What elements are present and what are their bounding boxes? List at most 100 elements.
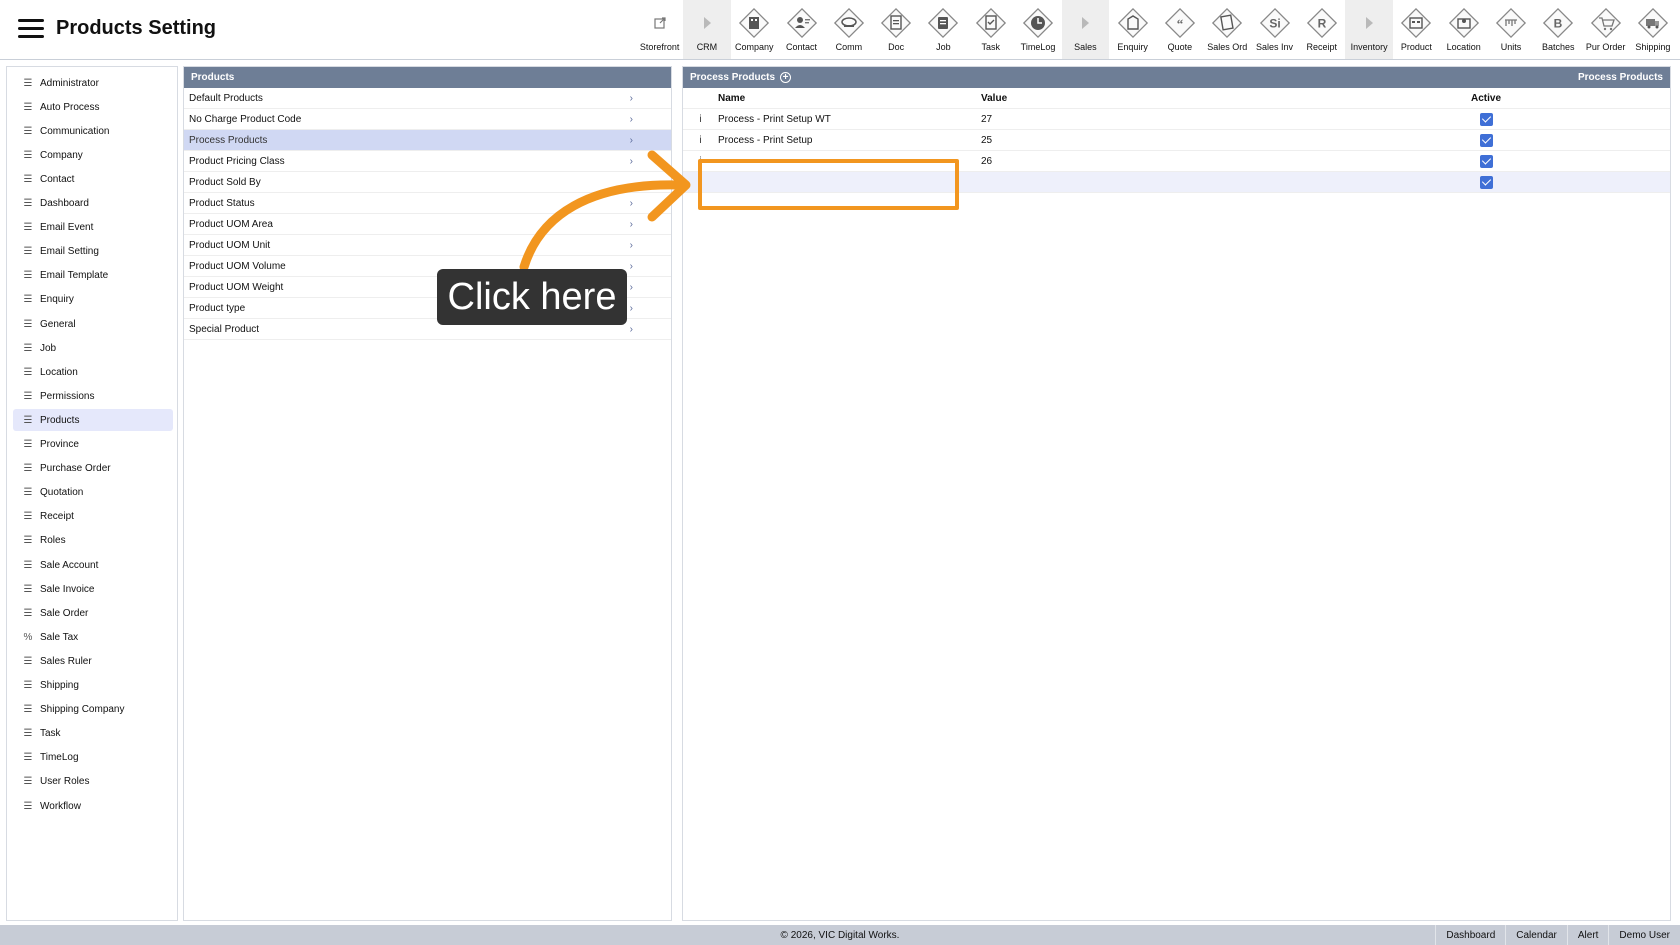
sidebar-item-general[interactable]: ☰ General bbox=[13, 313, 173, 335]
sidebar-item-products[interactable]: ☰ Products bbox=[13, 409, 173, 432]
sidebar-item-user-roles[interactable]: ☰ User Roles bbox=[13, 771, 173, 793]
click-here-callout: Click here bbox=[437, 269, 627, 325]
toolbar-location-button[interactable]: Location bbox=[1440, 0, 1487, 59]
sidebar-item-enquiry[interactable]: ☰ Enquiry bbox=[13, 289, 173, 311]
add-circle-icon[interactable]: + bbox=[780, 72, 792, 83]
sidebar-item-communication[interactable]: ☰ Communication bbox=[13, 120, 173, 142]
sidebar-item-workflow[interactable]: ☰ Workflow bbox=[13, 795, 173, 817]
hamburger-menu-icon[interactable] bbox=[18, 19, 44, 39]
batches-icon: B bbox=[1541, 4, 1575, 42]
external-link-icon bbox=[643, 4, 677, 42]
toolbar-label: Job bbox=[936, 42, 951, 52]
list-icon: ☰ bbox=[23, 487, 33, 499]
sidebar-item-contact[interactable]: ☰ Contact bbox=[13, 168, 173, 190]
toolbar-label: Doc bbox=[888, 42, 905, 52]
caret-right-icon bbox=[1068, 4, 1102, 42]
new-row-value-input[interactable] bbox=[981, 174, 1211, 190]
toolbar-shipping-button[interactable]: Shipping bbox=[1629, 0, 1676, 59]
sidebar-item-task[interactable]: ☰ Task bbox=[13, 723, 173, 745]
sidebar-item-job[interactable]: ☰ Job bbox=[13, 337, 173, 359]
toolbar-enquiry-button[interactable]: Enquiry bbox=[1109, 0, 1156, 59]
toolbar-label: Inventory bbox=[1350, 42, 1388, 52]
category-label: Default Products bbox=[189, 92, 263, 104]
toolbar-timelog-button[interactable]: TimeLog bbox=[1014, 0, 1061, 59]
sidebar-item-email-template[interactable]: ☰ Email Template bbox=[13, 265, 173, 287]
footer-link-calendar[interactable]: Calendar bbox=[1505, 925, 1567, 945]
toolbar-quote-button[interactable]: “ Quote bbox=[1156, 0, 1203, 59]
sidebar-item-label: Auto Process bbox=[40, 101, 100, 113]
comm-icon bbox=[832, 4, 866, 42]
sidebar-item-email-event[interactable]: ☰ Email Event bbox=[13, 217, 173, 239]
sidebar-item-label: Province bbox=[40, 439, 79, 450]
list-icon: ☰ bbox=[23, 583, 33, 595]
sidebar-item-sales-ruler[interactable]: ☰ Sales Ruler bbox=[13, 650, 173, 672]
sidebar-item-timelog[interactable]: ☰ TimeLog bbox=[13, 747, 173, 769]
toolbar-company-button[interactable]: Company bbox=[731, 0, 778, 59]
sidebar-item-shipping[interactable]: ☰ Shipping bbox=[13, 675, 173, 697]
active-checkbox[interactable] bbox=[1479, 154, 1493, 168]
active-checkbox[interactable] bbox=[1479, 112, 1493, 126]
sidebar-item-label: Administrator bbox=[40, 77, 99, 89]
footer-link-dashboard[interactable]: Dashboard bbox=[1435, 925, 1505, 945]
sidebar-item-email-setting[interactable]: ☰ Email Setting bbox=[13, 241, 173, 263]
sidebar-item-dashboard[interactable]: ☰ Dashboard bbox=[13, 193, 173, 215]
info-icon[interactable]: i bbox=[683, 135, 718, 146]
sidebar-item-shipping-company[interactable]: ☰ Shipping Company bbox=[13, 699, 173, 721]
list-icon: ☰ bbox=[23, 559, 33, 571]
toolbar-units-button[interactable]: Units bbox=[1487, 0, 1534, 59]
sidebar-item-label: Sales Ruler bbox=[40, 655, 92, 667]
toolbar-contact-button[interactable]: Contact bbox=[778, 0, 825, 59]
toolbar-job-button[interactable]: Job bbox=[920, 0, 967, 59]
toolbar-doc-button[interactable]: Doc bbox=[872, 0, 919, 59]
toolbar-storefront-button[interactable]: Storefront bbox=[636, 0, 683, 59]
sidebar-item-label: Email Event bbox=[40, 222, 94, 234]
sidebar-item-company[interactable]: ☰ Company bbox=[13, 144, 173, 166]
toolbar-task-button[interactable]: Task bbox=[967, 0, 1014, 59]
footer-link-demo-user[interactable]: Demo User bbox=[1608, 925, 1680, 945]
sidebar-item-administrator[interactable]: ☰ Administrator bbox=[13, 72, 173, 94]
job-icon bbox=[926, 4, 960, 42]
task-icon bbox=[974, 4, 1008, 42]
sidebar-item-receipt[interactable]: ☰ Receipt bbox=[13, 506, 173, 528]
toolbar-receipt-button[interactable]: R Receipt bbox=[1298, 0, 1345, 59]
row-value: 25 bbox=[981, 134, 993, 146]
active-checkbox[interactable] bbox=[1479, 133, 1493, 147]
sidebar-item-sale-order[interactable]: ☰ Sale Order bbox=[13, 602, 173, 624]
sidebar-item-label: Shipping bbox=[40, 680, 79, 691]
category-default-products[interactable]: Default Products › bbox=[184, 88, 671, 109]
toolbar-sales-inv-button[interactable]: Si Sales Inv bbox=[1251, 0, 1298, 59]
sidebar-item-auto-process[interactable]: ☰ Auto Process bbox=[13, 96, 173, 118]
table-row[interactable]: i Process - Print Setup 25 bbox=[683, 130, 1670, 151]
info-icon[interactable]: i bbox=[683, 114, 718, 125]
sidebar-item-province[interactable]: ☰ Province bbox=[13, 434, 173, 456]
toolbar-crm-button[interactable]: CRM bbox=[683, 0, 731, 59]
sidebar-item-sale-tax[interactable]: % Sale Tax bbox=[13, 626, 173, 648]
category-label: Process Products bbox=[189, 134, 268, 146]
toolbar-inventory-button[interactable]: Inventory bbox=[1345, 0, 1393, 59]
row-name: Process - Print Setup bbox=[718, 134, 813, 146]
chevron-right-icon: › bbox=[629, 113, 633, 125]
sidebar-item-label: Sale Account bbox=[40, 559, 99, 571]
toolbar-sales-button[interactable]: Sales bbox=[1061, 0, 1109, 59]
sidebar-item-purchase-order[interactable]: ☰ Purchase Order bbox=[13, 458, 173, 480]
category-label: Product UOM Weight bbox=[189, 281, 284, 293]
toolbar-sales-ord-button[interactable]: Sales Ord bbox=[1204, 0, 1251, 59]
toolbar-label: Sales bbox=[1074, 42, 1097, 52]
sidebar-item-sale-account[interactable]: ☰ Sale Account bbox=[13, 554, 173, 576]
toolbar-label: CRM bbox=[696, 42, 718, 52]
table-row[interactable]: i Process - Print Setup WT 27 bbox=[683, 109, 1670, 130]
list-icon: ☰ bbox=[23, 246, 33, 258]
category-no-charge-product-code[interactable]: No Charge Product Code › bbox=[184, 109, 671, 130]
sidebar-item-quotation[interactable]: ☰ Quotation bbox=[13, 482, 173, 504]
sidebar-item-location[interactable]: ☰ Location bbox=[13, 361, 173, 383]
toolbar-product-button[interactable]: Product bbox=[1393, 0, 1440, 59]
toolbar-comm-button[interactable]: Comm bbox=[825, 0, 872, 59]
location-icon bbox=[1447, 4, 1481, 42]
sidebar-item-permissions[interactable]: ☰ Permissions bbox=[13, 385, 173, 407]
sidebar-item-sale-invoice[interactable]: ☰ Sale Invoice bbox=[13, 578, 173, 600]
toolbar-batches-button[interactable]: B Batches bbox=[1535, 0, 1582, 59]
new-row-active-checkbox[interactable] bbox=[1479, 175, 1493, 189]
sidebar-item-roles[interactable]: ☰ Roles bbox=[13, 530, 173, 552]
footer-link-alert[interactable]: Alert bbox=[1566, 925, 1609, 945]
toolbar-pur-order-button[interactable]: Pur Order bbox=[1582, 0, 1629, 59]
